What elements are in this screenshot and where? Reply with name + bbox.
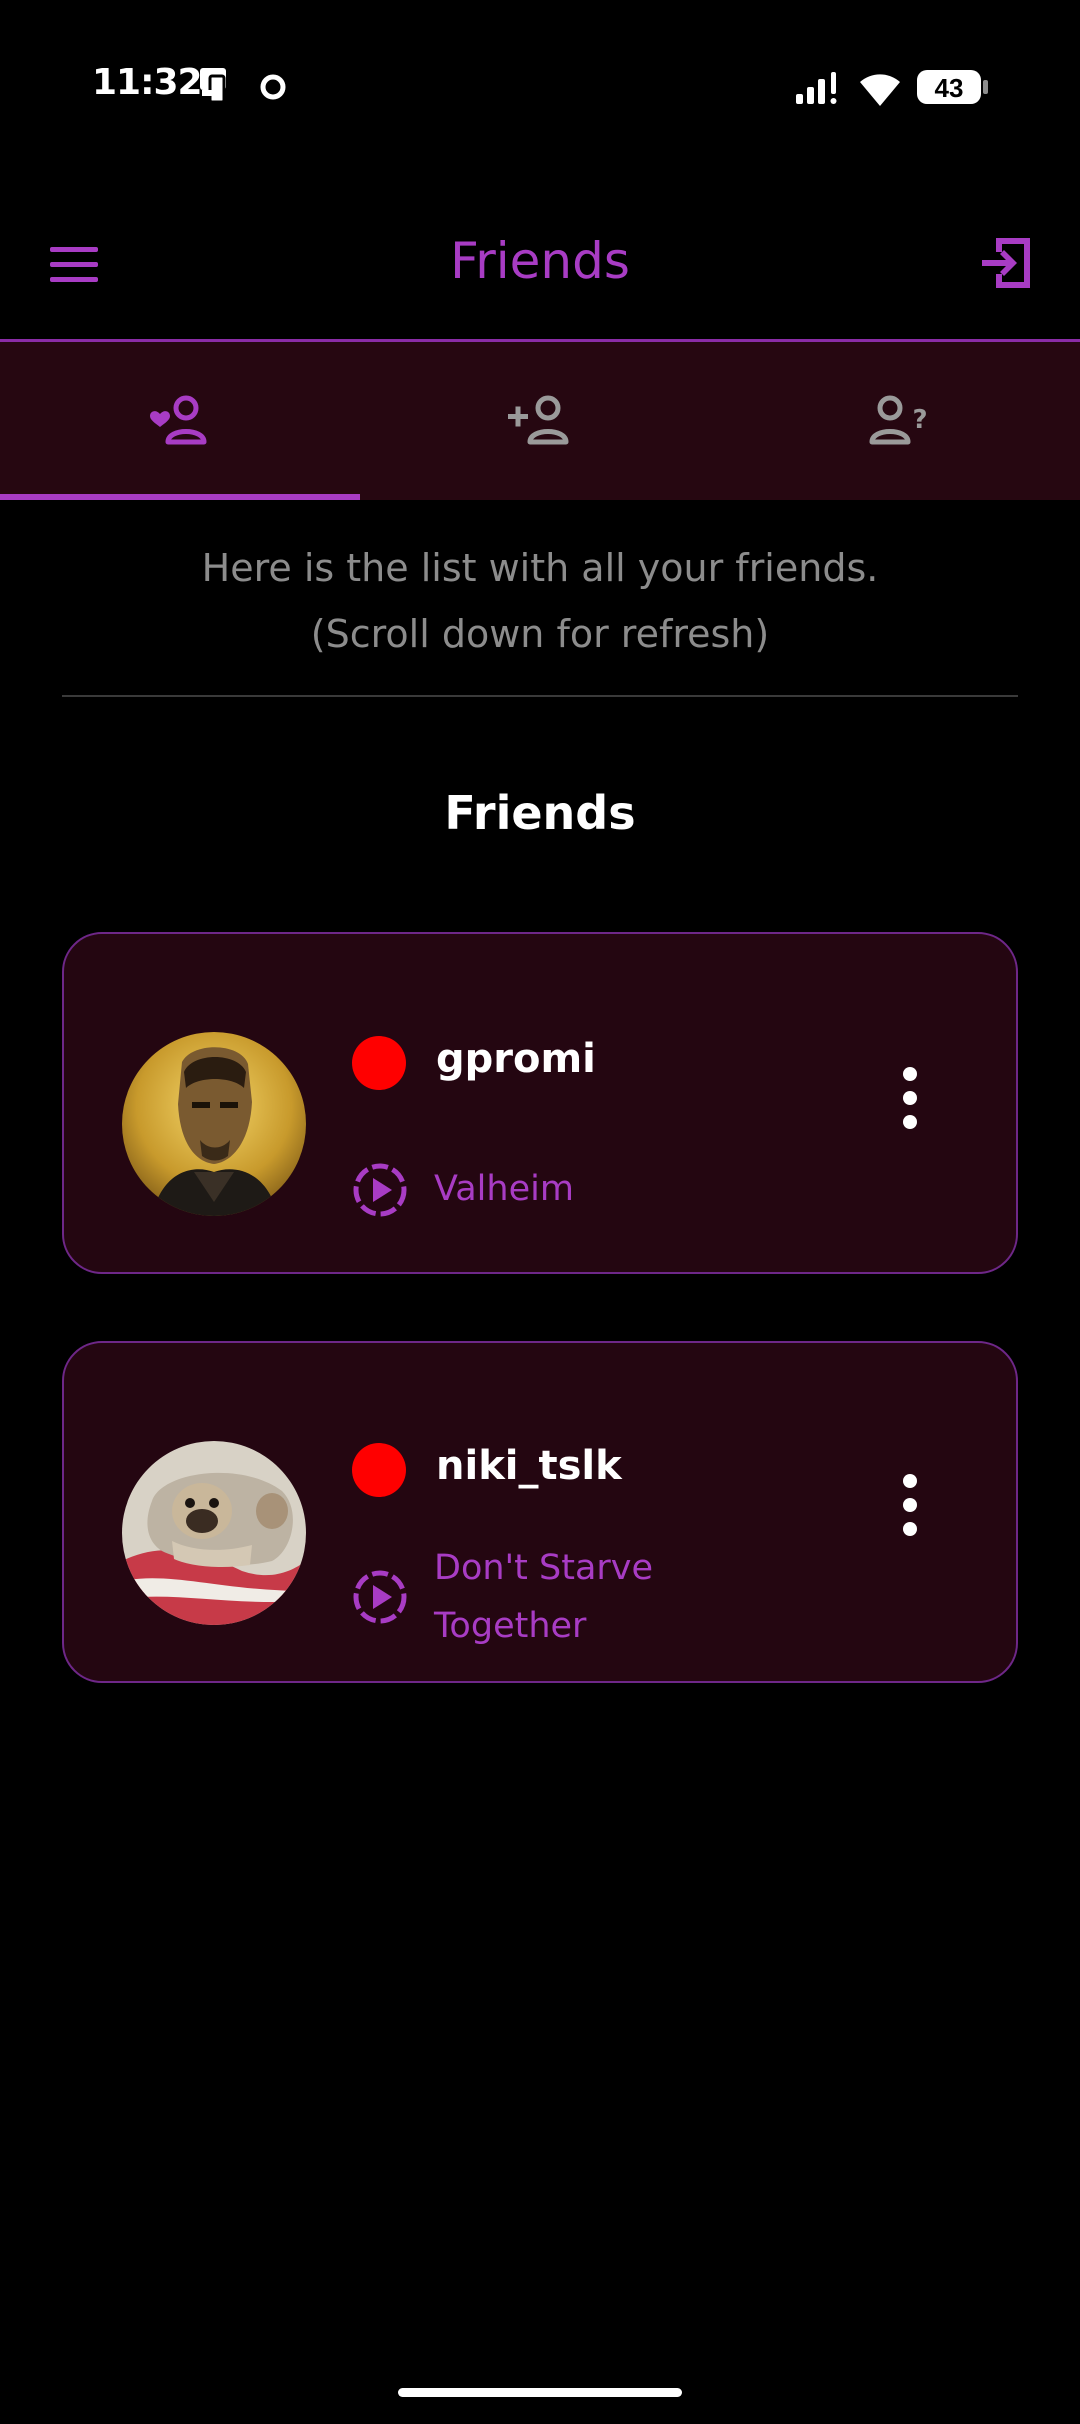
info-text-line1: Here is the list with all your friends. — [201, 546, 879, 590]
friend-card[interactable]: gpromi Valheim — [62, 932, 1018, 1274]
playing-icon — [352, 1162, 408, 1222]
battery-level: 43 — [935, 73, 964, 103]
more-vertical-icon — [903, 1067, 917, 1129]
playing-icon — [352, 1569, 408, 1629]
online-status-dot — [352, 1036, 406, 1090]
game-name: Valheim — [434, 1169, 574, 1209]
battery-icon: 43 — [916, 68, 990, 112]
status-time: 11:32 — [92, 62, 203, 103]
tab-add-friend[interactable] — [360, 342, 720, 500]
friends-heart-icon — [150, 395, 207, 445]
device-icon — [196, 66, 236, 110]
friend-card[interactable]: niki_tslk Don't Starve Together — [62, 1341, 1018, 1683]
signal-icon — [796, 70, 844, 110]
status-bar: 11:32 43 — [0, 0, 1080, 180]
circle-notification-icon — [258, 72, 288, 106]
logout-icon — [982, 238, 1030, 288]
friend-request-icon: ? — [869, 395, 928, 445]
info-divider — [62, 695, 1018, 697]
info-text-line2: (Scroll down for refresh) — [310, 612, 770, 656]
tab-indicator — [0, 494, 360, 500]
tab-friend-requests[interactable]: ? — [720, 342, 1080, 500]
home-indicator[interactable] — [398, 2388, 682, 2397]
page-title: Friends — [450, 232, 630, 290]
more-options-button[interactable] — [880, 1060, 940, 1140]
tab-bar: ? — [0, 342, 1080, 500]
tab-friends[interactable] — [0, 342, 360, 500]
section-title: Friends — [444, 786, 636, 840]
logout-button[interactable] — [978, 234, 1036, 292]
game-name: Don't Starve Together — [434, 1548, 654, 1646]
online-status-dot — [352, 1443, 406, 1497]
more-vertical-icon — [903, 1474, 917, 1536]
friend-name: niki_tslk — [436, 1443, 622, 1489]
add-friend-icon — [508, 395, 569, 445]
friend-name: gpromi — [436, 1036, 596, 1082]
more-options-button[interactable] — [880, 1467, 940, 1547]
avatar — [122, 1441, 306, 1625]
wifi-icon — [858, 68, 902, 112]
svg-text:?: ? — [912, 405, 927, 435]
avatar — [122, 1032, 306, 1216]
